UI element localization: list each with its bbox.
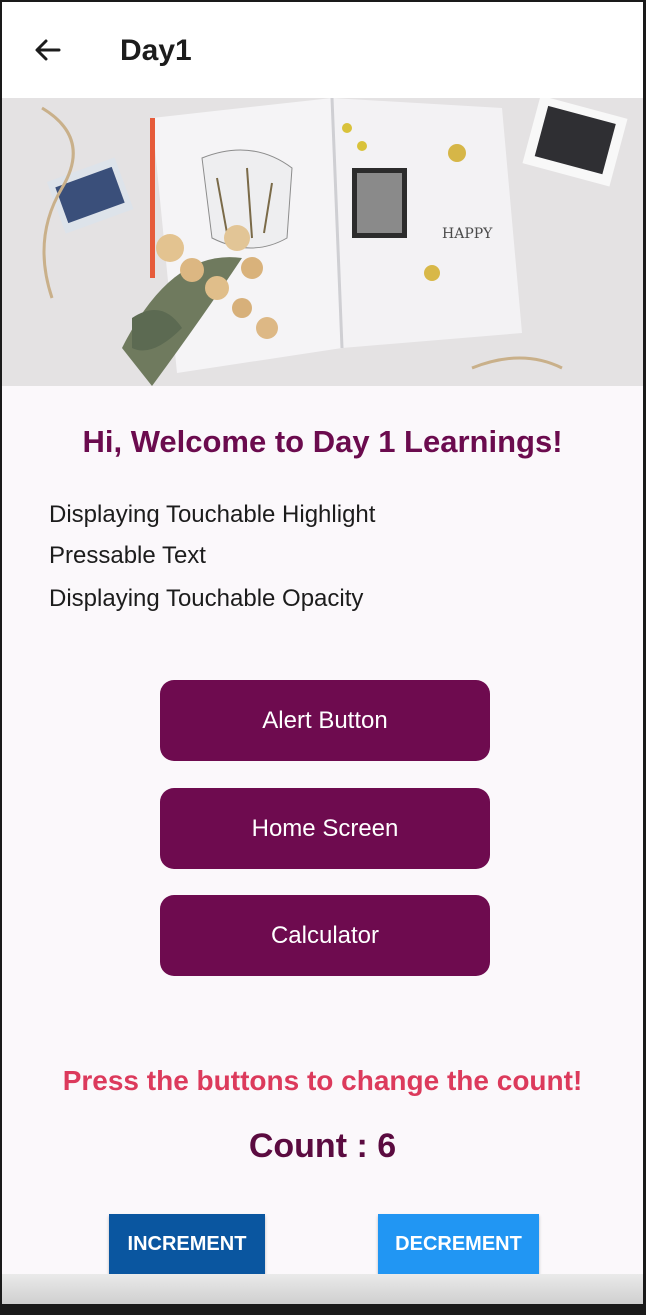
arrow-left-icon [35, 39, 61, 61]
system-nav-bar [2, 1274, 643, 1304]
alert-button[interactable]: Alert Button [160, 680, 490, 761]
increment-button[interactable]: INCREMENT [109, 1214, 265, 1274]
app-screen: Day1 HAPPY Hi, Welcome to Day 1 Learning… [2, 2, 643, 1304]
header-title: Day1 [120, 34, 192, 67]
app-header: Day1 [2, 2, 643, 98]
hero-image: HAPPY [2, 98, 643, 386]
svg-text:HAPPY: HAPPY [442, 226, 493, 242]
touchable-highlight-text[interactable]: Displaying Touchable Highlight [49, 501, 375, 529]
count-value: 6 [377, 1127, 397, 1165]
decrement-button[interactable]: DECREMENT [378, 1214, 539, 1274]
back-button[interactable] [32, 34, 64, 66]
count-prompt: Press the buttons to change the count! [62, 1065, 583, 1096]
home-screen-button[interactable]: Home Screen [160, 788, 490, 869]
calculator-button[interactable]: Calculator [160, 895, 490, 976]
touchable-opacity-text[interactable]: Displaying Touchable Opacity [49, 585, 363, 613]
count-display: Count : 6 [2, 1127, 643, 1166]
count-label: Count : [248, 1127, 378, 1165]
welcome-heading: Hi, Welcome to Day 1 Learnings! [82, 424, 563, 459]
pressable-text[interactable]: Pressable Text [49, 542, 206, 570]
